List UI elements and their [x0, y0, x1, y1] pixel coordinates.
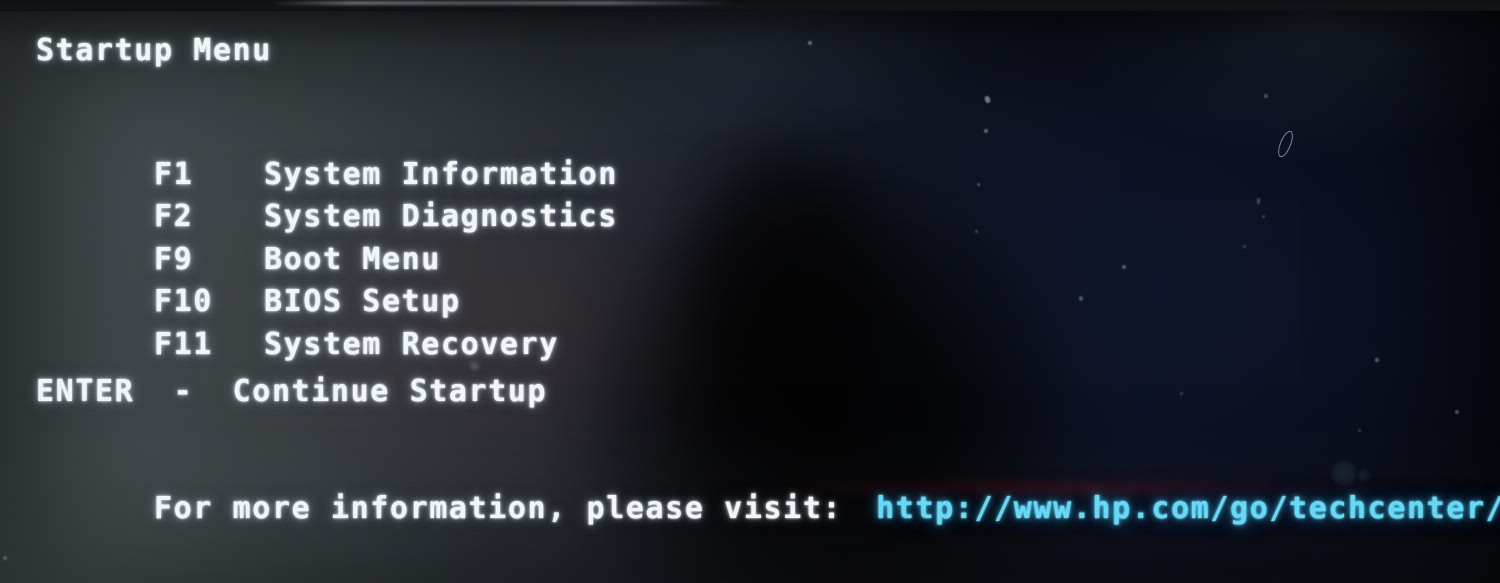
support-url-link[interactable]: http://www.hp.com/go/techcenter/startup: [876, 491, 1500, 526]
continue-startup-row[interactable]: ENTER - Continue Startup: [36, 374, 547, 409]
footer-info-row: For more information, please visit: http:…: [36, 456, 1500, 561]
menu-label-f11: System Recovery: [263, 327, 559, 362]
footer-prompt: For more information, please visit:: [153, 491, 843, 526]
page-title: Startup Menu: [36, 33, 272, 68]
bios-startup-menu-screen: Startup Menu F1 System Information F2 Syst…: [0, 0, 1500, 583]
bios-text-layer: Startup Menu F1 System Information F2 Syst…: [0, 0, 1500, 583]
menu-key-f11: F11: [153, 327, 213, 362]
